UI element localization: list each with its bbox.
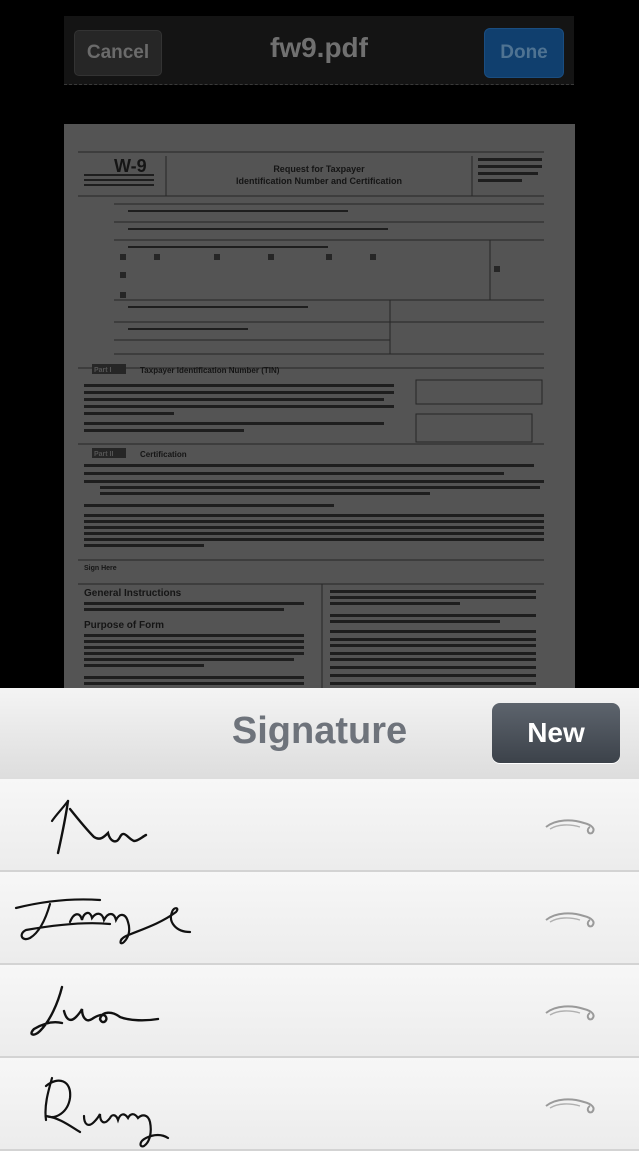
part2-label: Part II — [94, 451, 114, 458]
new-signature-button[interactable]: New — [492, 703, 620, 763]
signature-item[interactable] — [0, 872, 639, 965]
form-number: W-9 — [114, 156, 147, 176]
done-button[interactable]: Done — [484, 28, 564, 78]
part1-label: Part I — [94, 367, 112, 374]
general-instructions-heading: General Instructions — [84, 588, 182, 599]
top-toolbar: Cancel fw9.pdf Done — [64, 16, 574, 85]
drag-handle-icon[interactable] — [542, 1094, 600, 1116]
form-heading-line1: Request for Taxpayer — [273, 164, 365, 174]
signature-drawing — [14, 898, 192, 945]
signature-drawing — [50, 799, 148, 855]
signature-drawing — [30, 985, 160, 1036]
drag-handle-icon[interactable] — [542, 1001, 600, 1023]
sign-here-label: Sign Here — [84, 565, 117, 572]
signature-item[interactable] — [0, 965, 639, 1058]
part2-title: Certification — [140, 450, 187, 459]
signature-item[interactable] — [0, 779, 639, 872]
pdf-page[interactable]: W-9 Request for Taxpayer Identification … — [64, 124, 575, 688]
signature-panel: Signature New — [0, 688, 639, 1151]
signature-drawing — [44, 1076, 170, 1148]
part1-title: Taxpayer Identification Number (TIN) — [140, 366, 280, 375]
signature-item[interactable] — [0, 1058, 639, 1151]
purpose-of-form-heading: Purpose of Form — [84, 620, 164, 631]
drag-handle-icon[interactable] — [542, 815, 600, 837]
signature-header: Signature New — [0, 688, 639, 780]
drag-handle-icon[interactable] — [542, 908, 600, 930]
w9-form-preview: W-9 Request for Taxpayer Identification … — [78, 151, 544, 688]
form-heading-line2: Identification Number and Certification — [236, 176, 402, 186]
signature-list — [0, 779, 639, 1151]
